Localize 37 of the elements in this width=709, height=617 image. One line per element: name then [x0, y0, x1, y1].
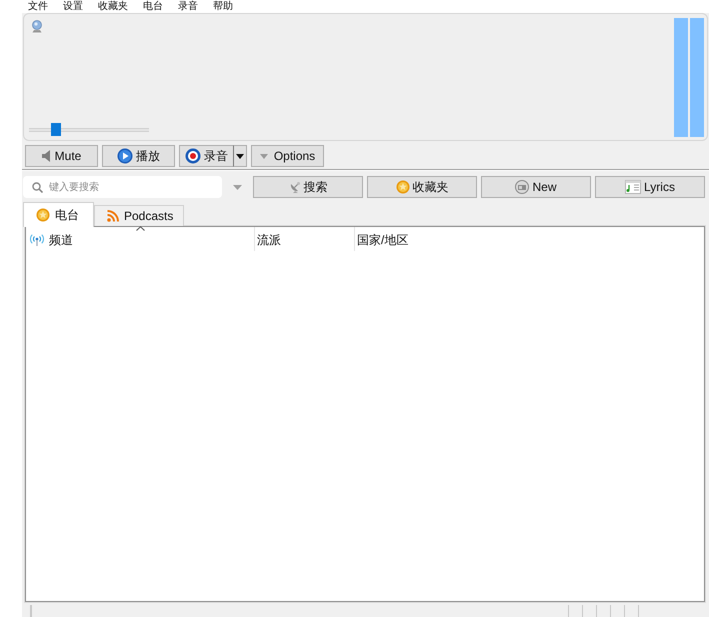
lyrics-button[interactable]: Lyrics — [595, 176, 705, 198]
favorites-button[interactable]: 收藏夹 — [367, 176, 477, 198]
document-icon — [625, 180, 642, 194]
menu-item[interactable]: 帮助 — [213, 0, 233, 13]
dropdown-button[interactable] — [233, 145, 247, 167]
radio-icon — [515, 180, 530, 194]
play-icon — [117, 148, 133, 164]
mute-button[interactable]: Mute — [25, 145, 98, 167]
menu-item[interactable]: 录音 — [178, 0, 198, 13]
options-button[interactable]: Options — [251, 145, 324, 167]
menu-item[interactable]: 设置 — [63, 0, 83, 13]
menu-item[interactable]: 电台 — [143, 0, 163, 13]
search-field[interactable]: 键入要搜索 — [23, 176, 222, 198]
record-button[interactable]: 录音 — [179, 145, 233, 167]
column-header[interactable]: 流派 — [255, 227, 355, 251]
speaker-icon — [42, 150, 52, 162]
slider-thumb[interactable] — [51, 123, 61, 136]
search-button[interactable]: 搜索 — [253, 176, 363, 198]
play-button[interactable]: 播放 — [102, 145, 175, 167]
menu-item[interactable]: 文件 — [28, 0, 48, 13]
tab[interactable]: Podcasts — [94, 205, 184, 226]
star-icon — [36, 208, 50, 222]
caret-icon — [236, 154, 244, 158]
column-header[interactable]: 国家/地区 — [355, 227, 704, 251]
globe-icon — [31, 20, 43, 33]
column-header[interactable]: 频道 — [26, 227, 255, 251]
menu-item[interactable]: 收藏夹 — [98, 0, 128, 13]
search-icon — [32, 182, 43, 193]
star-icon — [396, 180, 410, 194]
tab[interactable]: 电台 — [23, 202, 94, 227]
caret-icon — [232, 184, 242, 190]
satellite-dish-icon — [288, 181, 300, 193]
rss-icon — [107, 210, 119, 222]
antenna-icon — [30, 234, 44, 246]
record-icon — [185, 148, 201, 164]
new-button[interactable]: New — [481, 176, 591, 198]
caret-icon — [260, 154, 268, 158]
